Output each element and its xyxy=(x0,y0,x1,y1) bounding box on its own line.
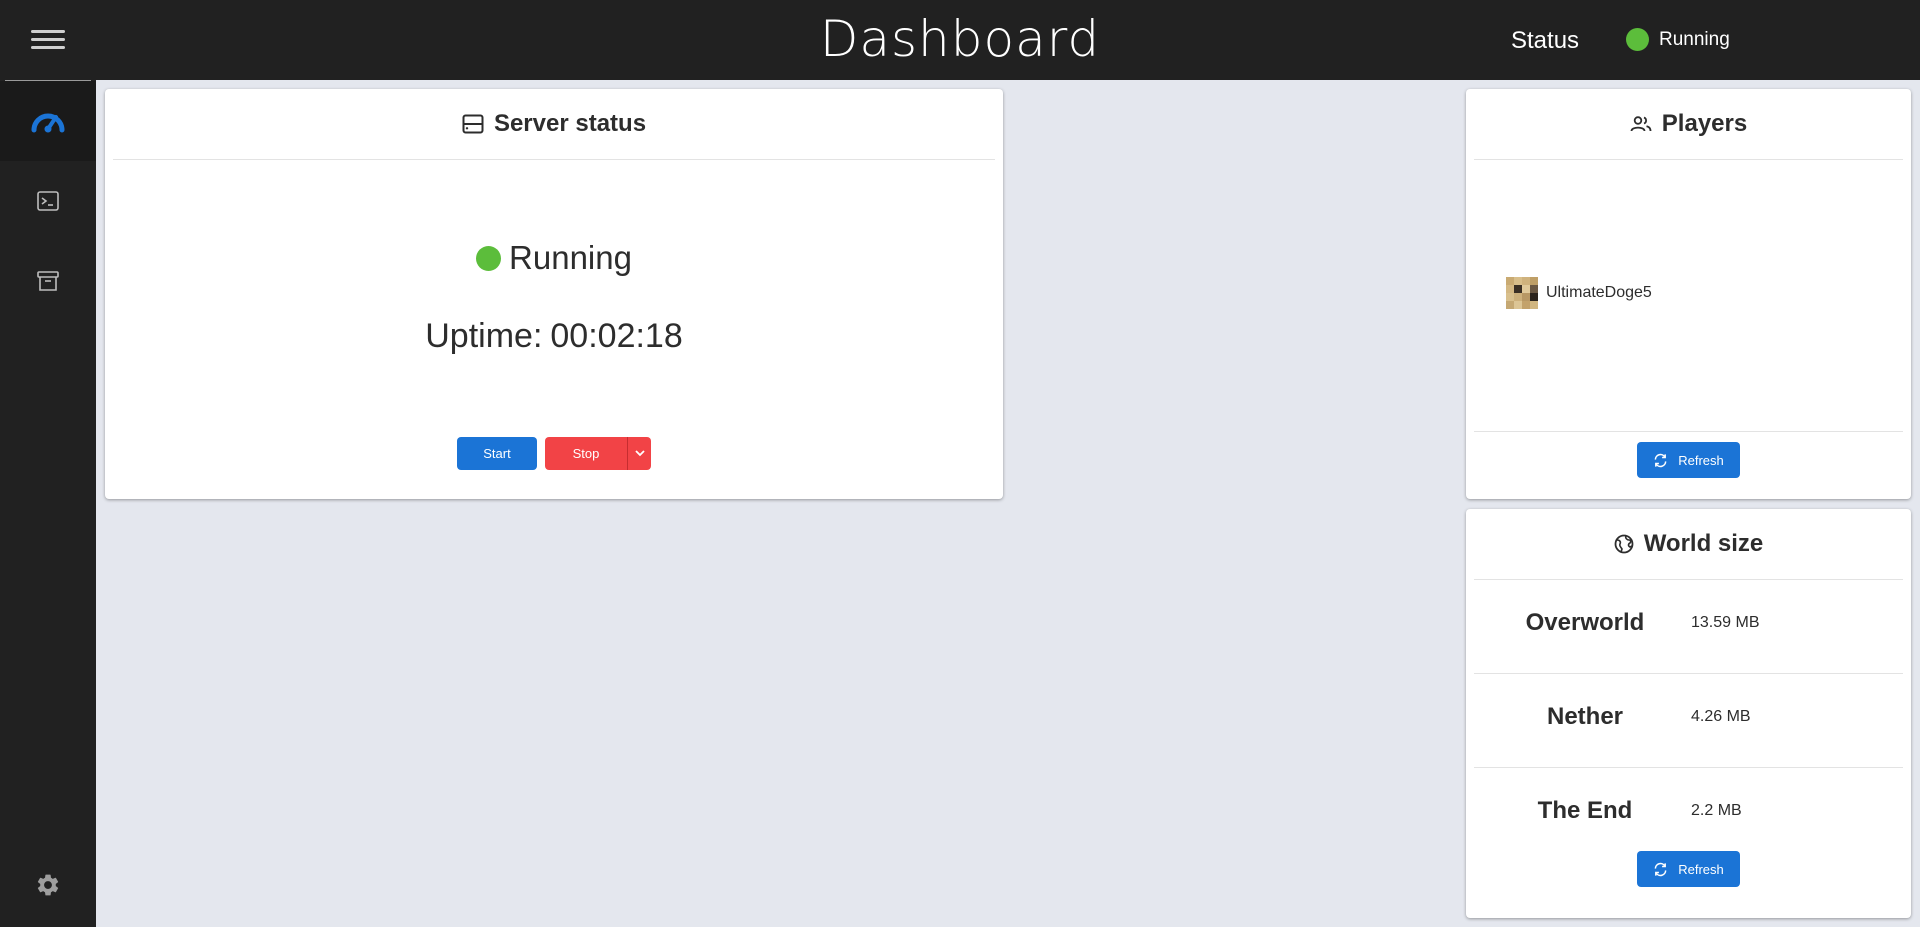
player-list-item[interactable]: UltimateDoge5 xyxy=(1506,277,1652,309)
gear-icon xyxy=(37,874,59,896)
server-status-card: Server status Running Uptime: 00:02:18 St… xyxy=(105,89,1003,499)
top-bar: Dashboard Status Running xyxy=(0,0,1920,80)
world-size-value: 13.59 MB xyxy=(1691,614,1760,631)
world-row-the-end: The End 2.2 MB xyxy=(1474,767,1903,861)
uptime: Uptime: 00:02:18 xyxy=(105,317,1003,356)
header-status-label: Status xyxy=(1511,27,1580,54)
players-title: Players xyxy=(1661,110,1748,137)
players-refresh-wrap: Refresh xyxy=(1466,442,1911,478)
world-refresh-label: Refresh xyxy=(1678,861,1724,877)
archive-box-icon xyxy=(37,271,59,291)
players-header: Players xyxy=(1474,89,1903,160)
world-name: The End xyxy=(1537,797,1633,824)
speedometer-icon xyxy=(31,113,65,133)
sidebar-item-backups[interactable] xyxy=(0,241,96,321)
uptime-label: Uptime: xyxy=(425,317,543,355)
player-name: UltimateDoge5 xyxy=(1546,284,1652,301)
sidebar-item-console[interactable] xyxy=(0,161,96,241)
players-divider xyxy=(1474,431,1903,432)
world-size-value: 4.26 MB xyxy=(1691,708,1751,725)
world-size-title: World size xyxy=(1643,530,1764,557)
world-name: Overworld xyxy=(1525,609,1645,636)
sidebar-item-dashboard[interactable] xyxy=(0,81,96,161)
world-refresh-wrap: Refresh xyxy=(1466,851,1911,887)
stop-options-button[interactable] xyxy=(627,437,651,470)
server-icon xyxy=(462,114,484,134)
server-status-header: Server status xyxy=(113,89,995,160)
world-size-value: 2.2 MB xyxy=(1691,802,1742,819)
server-state: Running xyxy=(105,239,1003,277)
world-row-overworld: Overworld 13.59 MB xyxy=(1474,579,1903,674)
uptime-value: 00:02:18 xyxy=(550,317,683,355)
players-refresh-button[interactable]: Refresh xyxy=(1637,442,1740,478)
sidebar-item-settings[interactable] xyxy=(0,845,96,925)
world-size-card: World size Overworld 13.59 MB Nether 4.2… xyxy=(1466,509,1911,918)
terminal-icon xyxy=(37,191,59,211)
status-dot-icon xyxy=(476,245,502,271)
header-status-value: Running xyxy=(1659,28,1730,50)
start-button[interactable]: Start xyxy=(457,437,537,470)
stop-button-group: Stop xyxy=(545,437,651,470)
world-row-nether: Nether 4.26 MB xyxy=(1474,673,1903,768)
sidebar xyxy=(0,80,96,927)
players-refresh-label: Refresh xyxy=(1678,452,1724,468)
refresh-icon xyxy=(1654,862,1667,876)
stop-button[interactable]: Stop xyxy=(545,437,627,470)
header-status-indicator: Running xyxy=(1626,28,1730,51)
world-refresh-button[interactable]: Refresh xyxy=(1637,851,1740,887)
server-state-label: Running xyxy=(509,239,632,276)
chevron-down-icon xyxy=(634,450,645,457)
server-status-title: Server status xyxy=(493,110,647,137)
people-icon xyxy=(1630,116,1652,132)
world-name: Nether xyxy=(1546,703,1624,730)
server-controls: Start Stop xyxy=(105,437,1003,470)
refresh-icon xyxy=(1654,453,1667,467)
players-card: Players UltimateDoge5 Refresh xyxy=(1466,89,1911,499)
world-size-header: World size xyxy=(1474,509,1903,580)
player-avatar xyxy=(1506,277,1538,309)
status-dot-icon xyxy=(1626,28,1649,51)
globe-icon xyxy=(1614,534,1634,554)
